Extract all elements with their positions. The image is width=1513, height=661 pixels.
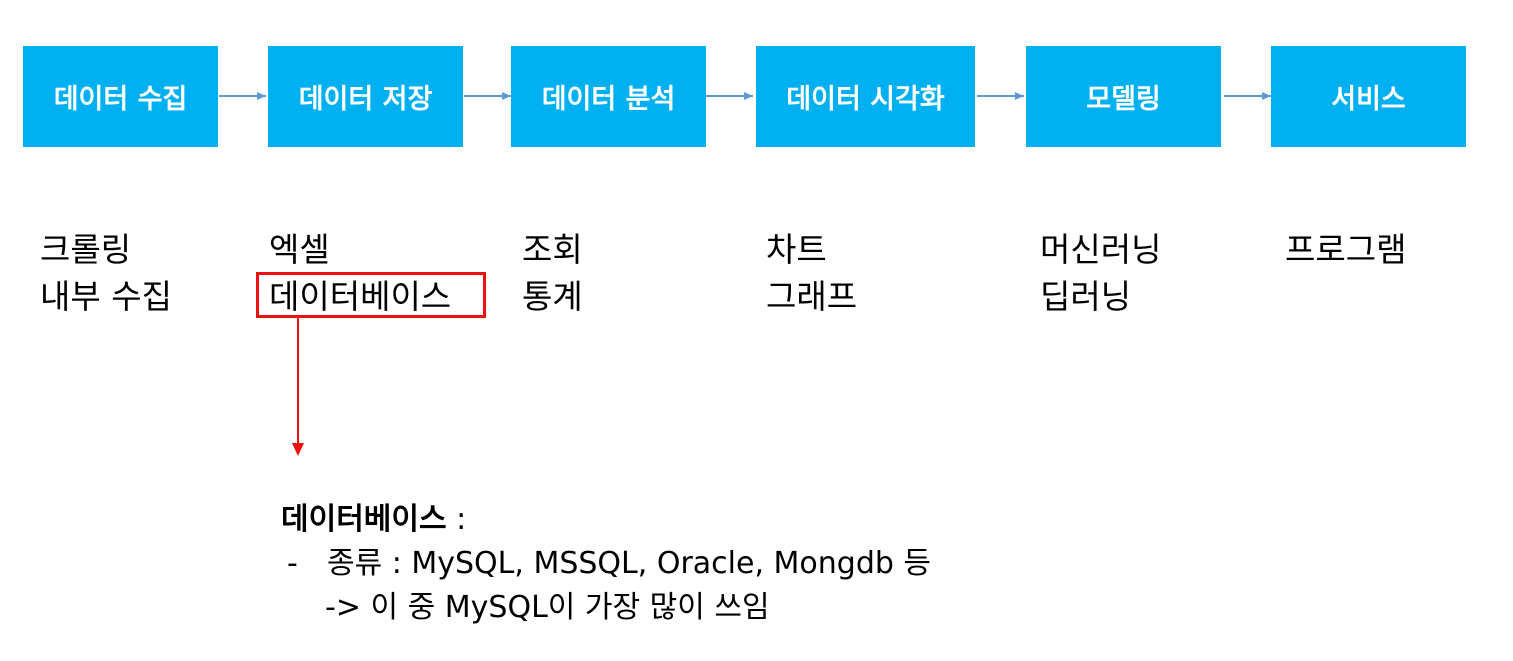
item-text: 머신러닝 xyxy=(1040,230,1162,269)
note-text-2: -> 이 중 MySQL이 가장 많이 쓰임 xyxy=(325,590,770,625)
step-items-6: 프로그램 xyxy=(1285,226,1406,273)
database-highlight-box xyxy=(256,272,486,318)
item-text: 엑셀 xyxy=(269,230,330,269)
callout-arrowhead xyxy=(292,443,304,456)
step-box-1: 데이터 수집 xyxy=(23,46,218,147)
item-text: 통계 xyxy=(522,277,583,316)
step-box-5: 모델링 xyxy=(1026,46,1221,147)
diagram: 데이터 수집 데이터 저장 데이터 분석 데이터 시각화 모델링 서비스 크롤링… xyxy=(0,0,1513,661)
step-items-4: 차트 그래프 xyxy=(766,226,857,320)
step-items-5: 머신러닝 딥러닝 xyxy=(1040,226,1161,320)
item-text: 차트 xyxy=(766,230,827,269)
step-box-4: 데이터 시각화 xyxy=(756,46,975,147)
note-text-1: 종류 : MySQL, MSSQL, Oracle, Mongdb 등 xyxy=(327,546,932,581)
step-box-6: 서비스 xyxy=(1271,46,1466,147)
bullet-dash: - xyxy=(287,546,298,581)
note-title-line: 데이터베이스 : xyxy=(281,498,931,542)
note-line-1: - 종류 : MySQL, MSSQL, Oracle, Mongdb 등 xyxy=(281,542,931,586)
step-items-3: 조회 통계 xyxy=(522,226,583,320)
item-text: 프로그램 xyxy=(1285,230,1407,269)
item-text: 조회 xyxy=(522,230,583,269)
note-title: 데이터베이스 xyxy=(281,502,447,537)
step-box-2: 데이터 저장 xyxy=(268,46,463,147)
step-box-3: 데이터 분석 xyxy=(511,46,706,147)
item-text: 딥러닝 xyxy=(1040,277,1132,316)
note-line-2: -> 이 중 MySQL이 가장 많이 쓰임 xyxy=(281,586,931,630)
item-text: 그래프 xyxy=(766,277,858,316)
database-note: 데이터베이스 : - 종류 : MySQL, MSSQL, Oracle, Mon… xyxy=(281,498,931,630)
note-colon: : xyxy=(446,502,467,537)
item-text: 내부 수집 xyxy=(40,277,172,316)
step-items-1: 크롤링 내부 수집 xyxy=(40,226,172,320)
item-text: 크롤링 xyxy=(40,230,132,269)
